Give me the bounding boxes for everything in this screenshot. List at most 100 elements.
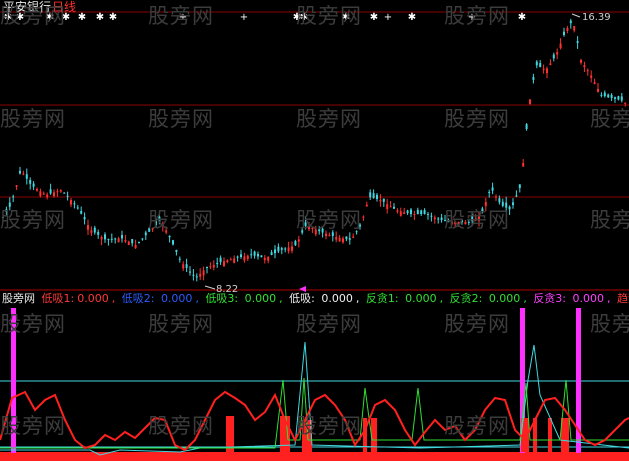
magenta-signal-bar	[11, 308, 16, 453]
candle-body	[8, 202, 11, 207]
candle-body	[535, 61, 538, 66]
candle-body	[46, 194, 49, 198]
candle-body	[420, 210, 423, 214]
candle-body	[5, 209, 8, 212]
candle-body	[233, 258, 236, 264]
candle-body	[161, 223, 164, 226]
stock-name: 平安银行	[3, 0, 52, 14]
candle-body	[15, 185, 18, 187]
candle-body	[563, 31, 565, 35]
candle-body	[178, 258, 181, 260]
candle-body	[464, 222, 467, 225]
candle-body	[144, 232, 147, 236]
candle-body	[87, 225, 89, 230]
candle-body	[437, 218, 440, 220]
candle-body	[552, 54, 555, 59]
candle-body	[141, 238, 144, 240]
candle-body	[93, 227, 96, 233]
candle-body	[66, 195, 69, 197]
candle-body	[325, 233, 327, 237]
candle-body	[100, 237, 103, 240]
candle-body	[226, 260, 229, 263]
candle-body	[416, 209, 419, 214]
candle-body	[59, 190, 62, 192]
candle-body	[260, 255, 263, 258]
candle-body	[56, 191, 59, 193]
candle-body	[287, 247, 290, 252]
candle-body	[2, 216, 4, 218]
candle-body	[620, 96, 623, 101]
candle-body	[73, 203, 76, 205]
candle-body	[243, 256, 246, 261]
candle-body	[549, 63, 552, 66]
candle-body	[617, 96, 620, 100]
candle-body	[525, 124, 528, 129]
candle-body	[301, 230, 304, 233]
candle-body	[172, 240, 174, 245]
candle-body	[569, 20, 572, 24]
star-signal-mark: ✱	[342, 12, 350, 23]
candle-body	[566, 28, 569, 31]
candle-body	[297, 239, 300, 242]
candle-body	[586, 70, 589, 72]
legend-item-trend: 趋势	[617, 292, 629, 305]
candle-body	[440, 217, 443, 221]
candle-body	[372, 193, 375, 199]
candle-body	[304, 222, 307, 226]
candle-body	[522, 163, 525, 167]
chart-title: 平安银行日线	[3, 0, 76, 14]
candle-body	[39, 191, 42, 197]
candle-body	[624, 102, 627, 104]
candle-body	[614, 97, 616, 99]
candle-body	[331, 232, 334, 236]
candle-body	[508, 206, 511, 210]
candle-body	[229, 259, 232, 261]
candle-body	[447, 220, 450, 222]
candle-body	[590, 75, 593, 78]
star-signal-mark: ✱	[408, 12, 416, 23]
legend-item-dixi2: 低吸2: 0.000,	[121, 292, 199, 305]
candle-body	[206, 267, 208, 269]
candle-body	[291, 246, 293, 251]
candle-body	[539, 63, 542, 68]
candle-body	[80, 211, 83, 214]
candle-body	[365, 204, 368, 207]
candle-body	[124, 240, 127, 242]
candle-body	[474, 218, 477, 221]
plus-signal-mark: +	[468, 12, 476, 23]
candle-body	[277, 246, 280, 252]
chart-canvas[interactable]: ✱ ✱ ✱ ✱ ✱ ✱ ✱ + + ✱✱ ✱ ✱ + ✱ + ✱	[0, 0, 629, 461]
candle-body	[168, 235, 171, 238]
candle-body	[369, 192, 372, 198]
indicator-name: 股旁网	[2, 292, 35, 305]
candle-body	[155, 221, 157, 225]
candle-body	[580, 60, 582, 63]
candle-body	[461, 219, 463, 222]
candle-body	[444, 220, 446, 222]
candle-body	[308, 226, 310, 230]
plus-signal-mark: +	[384, 12, 392, 23]
candle-body	[253, 251, 256, 256]
indicator-baseline-band	[0, 452, 629, 461]
candle-body	[593, 82, 596, 85]
candle-body	[512, 202, 514, 205]
candle-body	[274, 249, 276, 254]
candle-body	[19, 170, 21, 174]
candle-body	[403, 212, 406, 215]
candle-body	[189, 271, 191, 273]
candle-body	[240, 254, 242, 257]
candle-body	[267, 256, 270, 261]
candle-body	[607, 94, 610, 98]
candle-body	[515, 195, 518, 197]
candle-body	[165, 230, 168, 233]
plus-signal-mark: +	[179, 12, 187, 23]
candle-body	[22, 173, 25, 175]
candle-body	[481, 208, 484, 212]
candle-body	[518, 184, 521, 188]
candle-body	[53, 192, 55, 197]
candle-body	[25, 174, 28, 179]
candle-body	[63, 192, 66, 194]
candle-body	[175, 249, 178, 252]
candle-body	[158, 216, 161, 222]
candle-body	[148, 228, 151, 232]
